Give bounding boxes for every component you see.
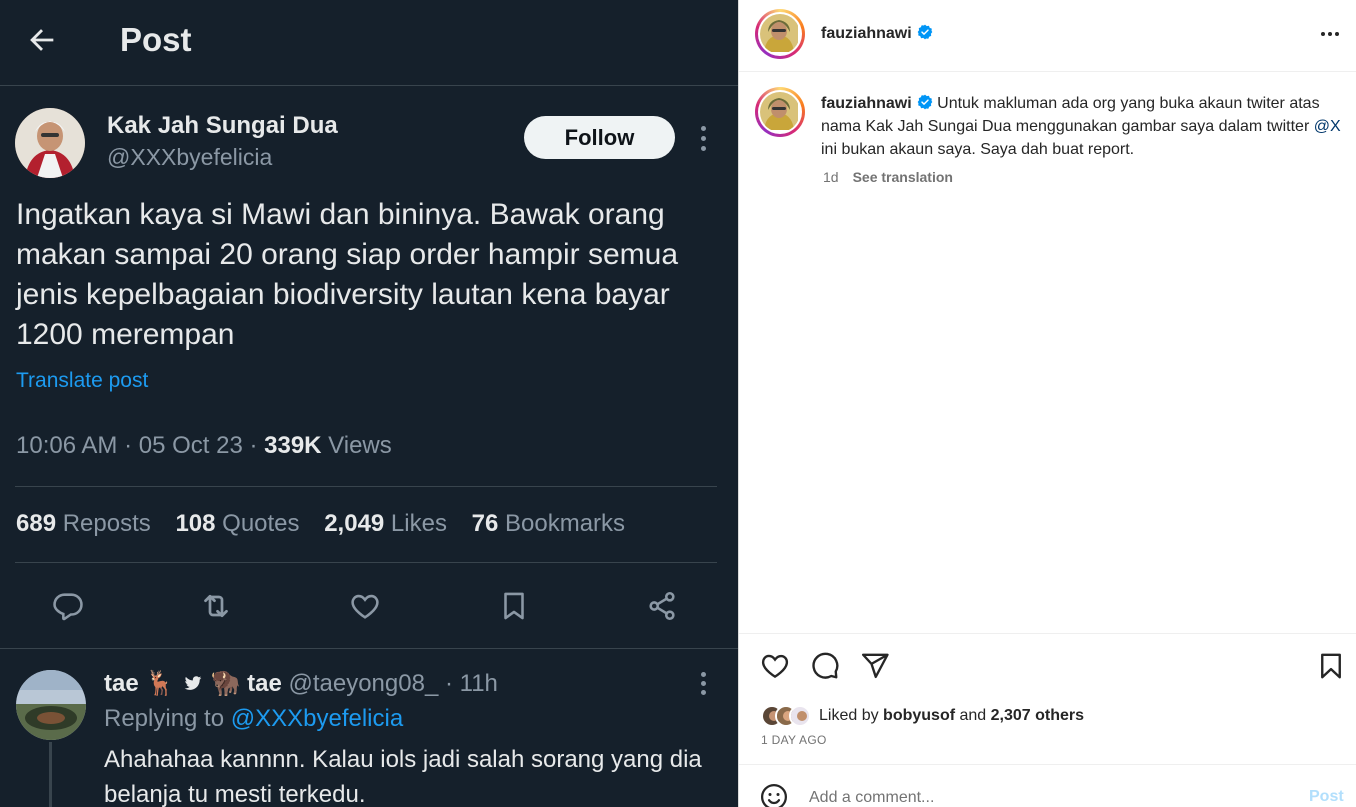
divider [739, 764, 1356, 765]
instagram-post-panel: fauziahnawi fauziahnawi Untuk makluman a… [738, 0, 1356, 807]
quotes-count: 108 [175, 510, 216, 537]
bookmark-icon [1321, 653, 1341, 679]
likes-text[interactable]: Liked by bobyusof and 2,307 others [819, 707, 1084, 725]
reply-time[interactable]: · 11h [438, 670, 498, 697]
like-button[interactable] [345, 586, 385, 626]
divider [15, 562, 717, 563]
reply-author-name: tae 🦌 [104, 670, 182, 697]
post-text: Ingatkan kaya si Mawi dan bininya. Bawak… [16, 198, 679, 351]
thread-line [49, 742, 52, 807]
bookmarks-label: Bookmarks [498, 510, 626, 537]
post-date[interactable]: 05 Oct 23 [139, 432, 243, 459]
comment-input[interactable] [809, 786, 1269, 807]
translate-post-link[interactable]: Translate post [16, 369, 148, 393]
caption: fauziahnawi Untuk makluman ada org yang … [821, 92, 1341, 161]
author-avatar[interactable] [15, 108, 85, 178]
repost-button[interactable] [196, 586, 236, 626]
caption-avatar[interactable] [755, 87, 805, 137]
liker-avatar [789, 705, 811, 727]
divider [739, 633, 1356, 634]
reposts-count: 689 [16, 510, 57, 537]
meta-separator: · [242, 432, 265, 459]
repost-icon [204, 594, 228, 618]
see-translation-button[interactable]: See translation [853, 169, 953, 185]
quotes-stat[interactable]: 108 Quotes [175, 510, 299, 537]
post-comment-button[interactable]: Post [1309, 788, 1344, 806]
caption-age[interactable]: 1d [823, 169, 839, 185]
post-stats: 689 Reposts 108 Quotes 2,049 Likes 76 Bo… [16, 510, 643, 538]
like-button[interactable] [757, 648, 793, 684]
comment-button[interactable] [807, 648, 843, 684]
replying-prefix: Replying to [104, 705, 231, 732]
reposts-stat[interactable]: 689 Reposts [16, 510, 151, 537]
post-header: fauziahnawi [739, 0, 1356, 72]
save-button[interactable] [1313, 648, 1349, 684]
reply-icon [53, 593, 83, 621]
likes-label: Likes [384, 510, 447, 537]
reply-handle: @taeyong08_ [281, 670, 439, 697]
reply-text: Ahahahaa kannnn. Kalau iols jadi salah s… [104, 746, 702, 807]
liker-username[interactable]: bobyusof [883, 707, 955, 724]
verified-icon [917, 94, 933, 110]
back-button[interactable] [22, 20, 62, 60]
follow-button[interactable]: Follow [524, 116, 675, 159]
reply-avatar[interactable] [16, 670, 86, 740]
likes-middle: and [955, 707, 991, 724]
reply-button[interactable] [48, 586, 88, 626]
likes-summary: Liked by bobyusof and 2,307 others [761, 703, 1084, 729]
comment-icon [812, 652, 839, 679]
caption-text-end: ini bukan akaun saya. Saya dah buat repo… [821, 141, 1135, 158]
bookmarks-count: 76 [471, 510, 499, 537]
views-count: 339K [264, 432, 322, 459]
divider [15, 486, 717, 487]
page-title: Post [120, 21, 192, 58]
replying-to: Replying to @XXXbyefelicia [104, 705, 403, 733]
heart-icon [351, 594, 379, 619]
emoji-button[interactable] [759, 782, 789, 807]
arrow-left-icon [30, 29, 54, 51]
share-icon [649, 591, 675, 621]
reposts-label: Reposts [56, 510, 151, 537]
likes-prefix: Liked by [819, 707, 884, 724]
twitter-post-panel: Post Kak Jah Sungai Dua @XXXbyefelicia F… [0, 0, 738, 807]
post-age[interactable]: 1 DAY AGO [761, 733, 827, 747]
bookmark-button[interactable] [494, 586, 534, 626]
likes-stat[interactable]: 2,049 Likes [324, 510, 447, 537]
author-handle[interactable]: @XXXbyefelicia [107, 144, 272, 171]
likes-others[interactable]: 2,307 others [991, 707, 1084, 724]
replying-to-link[interactable]: @XXXbyefelicia [231, 705, 403, 732]
caption-username[interactable]: fauziahnawi [821, 95, 912, 112]
bookmarks-stat[interactable]: 76 Bookmarks [472, 510, 625, 537]
more-options-icon[interactable] [692, 121, 714, 155]
caption-meta: 1d See translation [823, 169, 953, 185]
bird-icon [184, 676, 202, 690]
share-button[interactable] [857, 648, 893, 684]
header-avatar[interactable] [755, 9, 805, 59]
bookmark-icon [504, 592, 524, 620]
more-options-icon[interactable] [1315, 22, 1345, 46]
likes-count: 2,049 [324, 510, 385, 537]
header-username-text: fauziahnawi [821, 25, 912, 42]
meta-separator: · [117, 432, 139, 459]
header-username[interactable]: fauziahnawi [821, 24, 933, 43]
reply-author-name-suffix: 🦬 tae [203, 670, 282, 697]
quotes-label: Quotes [215, 510, 300, 537]
reply-author[interactable]: tae 🦌 🦬 tae @taeyong08_ · 11h [104, 669, 498, 698]
emoji-icon [761, 784, 787, 807]
post-time[interactable]: 10:06 AM [16, 432, 117, 459]
post-meta: 10:06 AM · 05 Oct 23 · 339K Views [16, 432, 392, 460]
views-label: Views [321, 432, 392, 459]
verified-icon [917, 24, 933, 40]
divider [0, 648, 738, 649]
heart-icon [761, 654, 789, 679]
share-button[interactable] [642, 586, 682, 626]
send-icon [861, 653, 889, 679]
author-name[interactable]: Kak Jah Sungai Dua [107, 112, 338, 140]
mention-link[interactable]: @X [1314, 118, 1341, 135]
reply-more-options-icon[interactable] [692, 670, 714, 696]
post-header: Post [0, 0, 738, 86]
